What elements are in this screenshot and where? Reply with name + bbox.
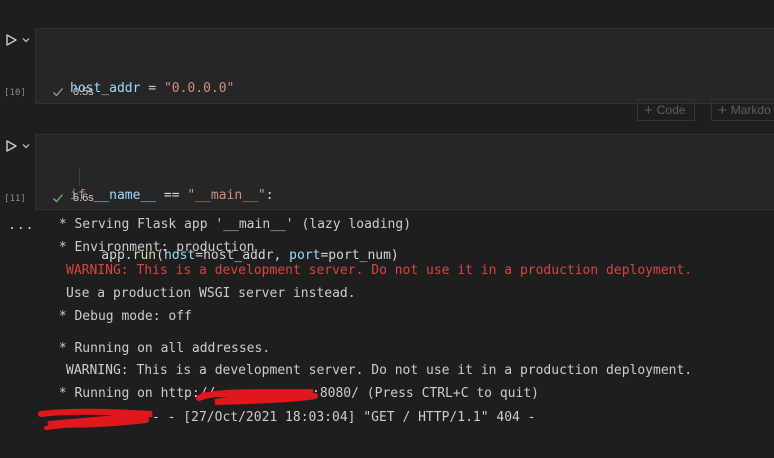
add-code-cell-button[interactable]: + Code <box>637 99 695 121</box>
redaction-mark <box>38 408 153 430</box>
output-line: :8080/ (Press CTRL+C to quit) <box>312 386 539 401</box>
output-line: WARNING: This is a development server. D… <box>66 363 693 378</box>
output-more-actions-button[interactable]: ... <box>8 218 34 233</box>
add-markdown-cell-button[interactable]: + Markdo <box>711 99 774 121</box>
plus-icon: + <box>718 101 727 119</box>
redaction-mark <box>196 389 318 405</box>
output-line: * Running on http:// <box>51 386 216 401</box>
output-line: * Environment: production <box>51 240 255 255</box>
code-line: host_addr = "0.0.0.0" <box>70 81 235 96</box>
run-cell-icon[interactable] <box>4 139 18 153</box>
run-cell-icon[interactable] <box>4 33 18 47</box>
output-line: * Debug mode: off <box>51 309 192 324</box>
execution-count: [11] <box>4 194 26 204</box>
code-line: if __name__ == "__main__": <box>70 188 274 203</box>
execution-count: [10] <box>4 88 26 98</box>
output-warning-line: WARNING: This is a development server. D… <box>66 263 693 278</box>
cell-2-status: 5.6s <box>52 192 94 204</box>
cell-1-status: 0.5s <box>52 86 94 98</box>
execution-duration: 5.6s <box>73 192 94 204</box>
check-icon <box>53 194 63 203</box>
execution-duration: 0.5s <box>73 86 94 98</box>
code-cell-1[interactable]: host_addr = "0.0.0.0" port_num = "8080" <box>35 28 774 156</box>
output-line: Use a production WSGI server instead. <box>66 286 356 301</box>
code-cell-2[interactable]: if __name__ == "__main__": app.run(host=… <box>35 134 774 263</box>
check-icon <box>53 88 63 97</box>
output-line: * Running on all addresses. <box>51 341 271 356</box>
chevron-down-icon[interactable] <box>21 35 31 45</box>
chevron-down-icon[interactable] <box>21 141 31 151</box>
plus-icon: + <box>644 101 653 119</box>
indent-guide <box>79 168 80 186</box>
output-line: - - [27/Oct/2021 18:03:04] "GET / HTTP/1… <box>152 410 536 425</box>
output-line: * Serving Flask app '__main__' (lazy loa… <box>51 217 412 232</box>
